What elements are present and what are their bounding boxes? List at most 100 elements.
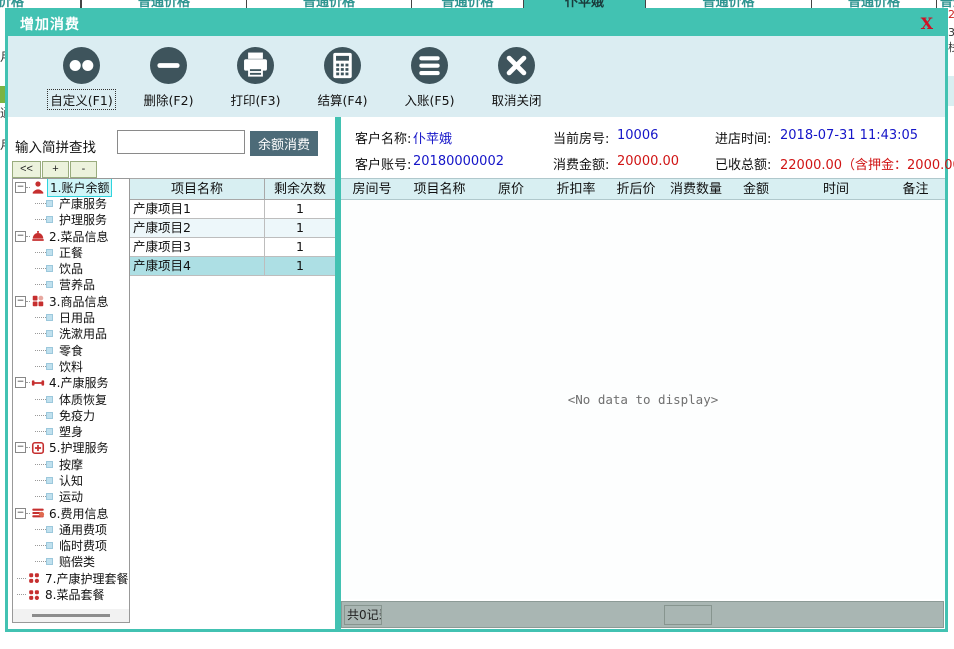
status-box bbox=[664, 605, 712, 625]
balance-consume-button[interactable]: 余额消费 bbox=[250, 131, 318, 156]
expand-all-button[interactable]: + bbox=[42, 161, 69, 178]
collapse-all-button[interactable]: - bbox=[70, 161, 97, 178]
background-tab[interactable]: 普通价格 bbox=[81, 0, 247, 8]
grid-col-原价[interactable]: 原价 bbox=[476, 179, 546, 199]
tool-label: 自定义(F1) bbox=[48, 90, 114, 109]
tree-item-label: 4.产康服务 bbox=[47, 374, 110, 391]
tree-item-5.护理服务[interactable]: −5.护理服务 bbox=[13, 440, 129, 456]
grid-col-消费数量[interactable]: 消费数量 bbox=[666, 179, 726, 199]
left-panel: 输入简拼查找 余额消费 <<+- −1.账户余额产康服务护理服务 − 2.菜品信息正… bbox=[8, 117, 335, 629]
tree-item-正餐[interactable]: 正餐 bbox=[13, 244, 129, 260]
info-label: 进店时间: bbox=[715, 128, 777, 147]
grid-col-折后价[interactable]: 折后价 bbox=[606, 179, 666, 199]
tree-item-1.账户余额[interactable]: −1.账户余额 bbox=[13, 179, 129, 195]
tree-item-日用品[interactable]: 日用品 bbox=[13, 309, 129, 325]
background-tab[interactable]: 普通价格 bbox=[811, 0, 937, 8]
tree-item-label: 饮料 bbox=[57, 358, 85, 375]
close-icon[interactable]: X bbox=[921, 14, 933, 33]
tree-item-8.菜品套餐[interactable]: 8.菜品套餐 bbox=[13, 586, 129, 602]
tree-leaf-bullet-icon bbox=[46, 330, 53, 337]
grid-col-项目名称[interactable]: 项目名称 bbox=[403, 179, 476, 199]
tree-item-label: 零食 bbox=[57, 342, 85, 359]
background-tab[interactable]: 普通价格 bbox=[936, 0, 954, 8]
tree-item-赔偿类[interactable]: 赔偿类 bbox=[13, 554, 129, 570]
combo-icon bbox=[27, 571, 42, 585]
tree-leaf-bullet-icon bbox=[46, 200, 53, 207]
info-value: 20000.00 bbox=[617, 154, 679, 169]
search-input[interactable] bbox=[117, 130, 245, 154]
tree-item-3.商品信息[interactable]: −3.商品信息 bbox=[13, 293, 129, 309]
expand-toggle-icon[interactable]: − bbox=[15, 508, 26, 519]
tree-item-体质恢复[interactable]: 体质恢复 bbox=[13, 391, 129, 407]
打印-F3--button[interactable]: 打印(F3) bbox=[212, 36, 299, 117]
tree-item-免疫力[interactable]: 免疫力 bbox=[13, 407, 129, 423]
删除-F2--button[interactable]: 删除(F2) bbox=[125, 36, 212, 117]
items-col-name[interactable]: 项目名称 bbox=[130, 179, 265, 199]
background-tab[interactable]: 普通价格 bbox=[0, 0, 81, 8]
items-col-remaining[interactable]: 剩余次数 bbox=[265, 179, 335, 199]
background-window-fragment: 26 bbox=[948, 8, 954, 21]
tree-item-塑身[interactable]: 塑身 bbox=[13, 423, 129, 439]
tree-item-洗漱用品[interactable]: 洗漱用品 bbox=[13, 326, 129, 342]
tree-item-运动[interactable]: 运动 bbox=[13, 489, 129, 505]
info-value: 10006 bbox=[617, 128, 658, 143]
取消关闭-button[interactable]: 取消关闭 bbox=[473, 36, 560, 117]
grid-col-金额[interactable]: 金额 bbox=[726, 179, 786, 199]
scrollbar-thumb[interactable] bbox=[32, 614, 111, 617]
tree-item-饮品[interactable]: 饮品 bbox=[13, 260, 129, 276]
status-bar: 共0记录 bbox=[341, 601, 944, 628]
tree-item-饮料[interactable]: 饮料 bbox=[13, 358, 129, 374]
自定义-F1--button[interactable]: 自定义(F1) bbox=[38, 36, 125, 117]
search-label: 输入简拼查找 bbox=[15, 136, 96, 156]
tree-leaf-bullet-icon bbox=[46, 314, 53, 321]
background-window-fragment: 3栈 bbox=[948, 26, 954, 55]
tree-item-label: 洗漱用品 bbox=[57, 325, 109, 342]
tree-item-按摩[interactable]: 按摩 bbox=[13, 456, 129, 472]
tree-leaf-bullet-icon bbox=[46, 281, 53, 288]
calculator-icon bbox=[324, 47, 361, 84]
background-tab[interactable]: 普通价格 bbox=[411, 0, 524, 8]
expand-toggle-icon[interactable]: − bbox=[15, 182, 26, 193]
tree-leaf-bullet-icon bbox=[46, 542, 53, 549]
grid-col-折扣率[interactable]: 折扣率 bbox=[546, 179, 606, 199]
item-row-产康项目4[interactable]: 产康项目41 bbox=[130, 257, 335, 276]
tree-item-营养品[interactable]: 营养品 bbox=[13, 277, 129, 293]
item-row-产康项目2[interactable]: 产康项目21 bbox=[130, 219, 335, 238]
tree-leaf-bullet-icon bbox=[46, 347, 53, 354]
tree-item-label: 体质恢复 bbox=[57, 391, 109, 408]
tree-item-通用费项[interactable]: 通用费项 bbox=[13, 521, 129, 537]
item-row-产康项目3[interactable]: 产康项目31 bbox=[130, 238, 335, 257]
tree-item-6.费用信息[interactable]: − 6.费用信息 bbox=[13, 505, 129, 521]
tree-leaf-bullet-icon bbox=[46, 412, 53, 419]
tree-item-产康服务[interactable]: 产康服务 bbox=[13, 195, 129, 211]
tree-horizontal-scrollbar[interactable] bbox=[13, 609, 129, 622]
tree-item-认知[interactable]: 认知 bbox=[13, 472, 129, 488]
tree-item-临时费项[interactable]: 临时费项 bbox=[13, 538, 129, 554]
grid-col-时间[interactable]: 时间 bbox=[786, 179, 886, 199]
tree-item-零食[interactable]: 零食 bbox=[13, 342, 129, 358]
close-icon bbox=[498, 47, 535, 84]
tree-item-4.产康服务[interactable]: − 4.产康服务 bbox=[13, 375, 129, 391]
tree-item-护理服务[interactable]: 护理服务 bbox=[13, 212, 129, 228]
tree-item-7.产康护理套餐[interactable]: 7.产康护理套餐 bbox=[13, 570, 129, 586]
collapse-tree-button[interactable]: << bbox=[12, 161, 41, 178]
grid-col-备注[interactable]: 备注 bbox=[886, 179, 945, 199]
grid-col-房间号[interactable]: 房间号 bbox=[341, 179, 403, 199]
tree-leaf-bullet-icon bbox=[46, 493, 53, 500]
tool-label: 删除(F2) bbox=[142, 90, 196, 109]
expand-toggle-icon[interactable]: − bbox=[15, 377, 26, 388]
tree-item-label: 2.菜品信息 bbox=[47, 228, 110, 245]
tree-item-2.菜品信息[interactable]: − 2.菜品信息 bbox=[13, 228, 129, 244]
item-row-产康项目1[interactable]: 产康项目11 bbox=[130, 200, 335, 219]
expand-toggle-icon[interactable]: − bbox=[15, 296, 26, 307]
background-tab[interactable]: 普通价格 bbox=[645, 0, 812, 8]
expand-toggle-icon[interactable]: − bbox=[15, 231, 26, 242]
入账-F5--button[interactable]: 入账(F5) bbox=[386, 36, 473, 117]
background-tab[interactable]: 普通价格 bbox=[246, 0, 412, 8]
结算-F4--button[interactable]: 结算(F4) bbox=[299, 36, 386, 117]
background-tab[interactable]: 仆苹娥 bbox=[523, 0, 646, 8]
tree-item-label: 6.费用信息 bbox=[47, 505, 110, 522]
tree-item-label: 7.产康护理套餐 bbox=[43, 570, 130, 587]
tree-item-label: 8.菜品套餐 bbox=[43, 586, 106, 603]
expand-toggle-icon[interactable]: − bbox=[15, 442, 26, 453]
